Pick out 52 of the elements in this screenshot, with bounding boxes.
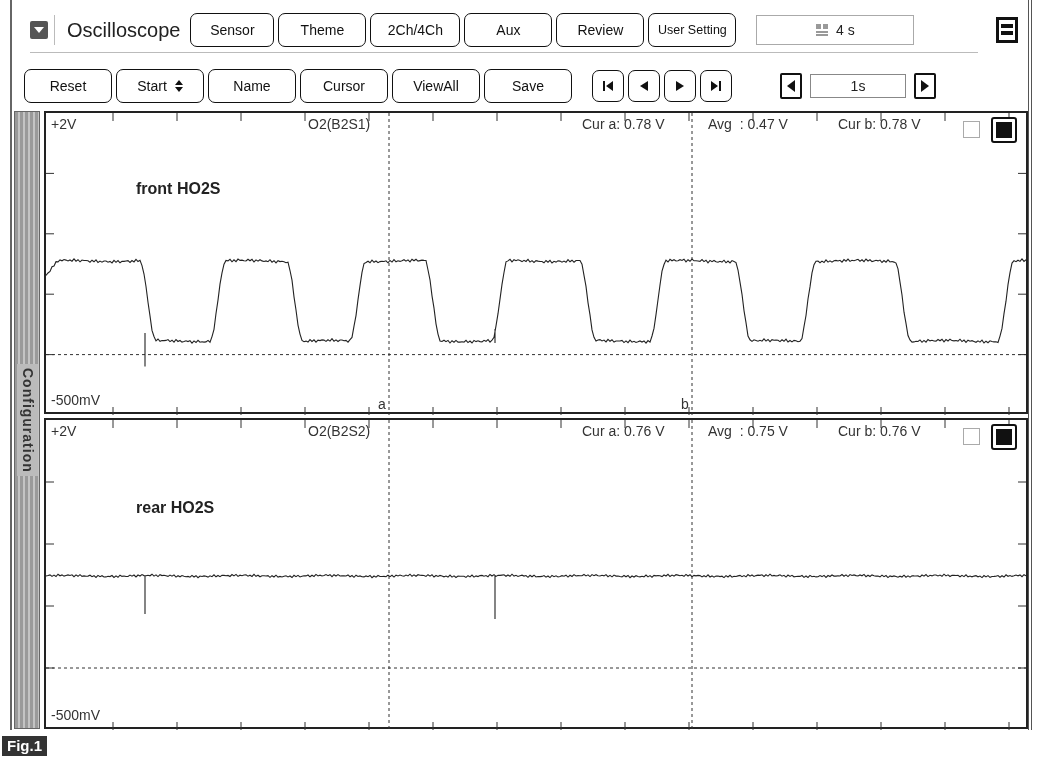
- channel-checkbox[interactable]: [963, 121, 980, 138]
- channel-checkbox[interactable]: [963, 428, 980, 446]
- channel-select-toggle[interactable]: [991, 117, 1017, 143]
- control-button[interactable]: Start: [116, 69, 204, 103]
- waveform-annotation: front HO2S: [136, 181, 221, 197]
- toolbar-button[interactable]: Review: [556, 13, 645, 47]
- skip-to-start-icon: [601, 79, 615, 93]
- control-button[interactable]: Name: [208, 69, 296, 103]
- skip-to-start-button[interactable]: [592, 70, 624, 102]
- configuration-tab[interactable]: Configuration: [14, 111, 40, 729]
- cursor-line[interactable]: [691, 113, 693, 415]
- decrease-button[interactable]: [780, 73, 802, 99]
- label-icon: [816, 24, 829, 36]
- cursor-a-reading: Cur a: 0.78 V: [582, 117, 665, 131]
- scale-min-label: -500mV: [51, 708, 101, 722]
- average-reading: Avg : 0.47 V: [708, 117, 788, 131]
- cursor-line[interactable]: [388, 113, 390, 415]
- cursor-label: b: [681, 397, 689, 412]
- control-button[interactable]: ViewAll: [392, 69, 480, 103]
- step-forward-button[interactable]: [664, 70, 696, 102]
- panel-toggle-icon[interactable]: [996, 17, 1018, 43]
- step-back-button[interactable]: [628, 70, 660, 102]
- waveform-annotation: rear HO2S: [136, 500, 215, 517]
- control-button[interactable]: Cursor: [300, 69, 388, 103]
- channel-name: O2(B2S1): [308, 117, 371, 131]
- control-button[interactable]: Reset: [24, 69, 112, 103]
- skip-to-end-button[interactable]: [700, 70, 732, 102]
- channel-name: O2(B2S2): [308, 424, 371, 439]
- toolbar-button[interactable]: Aux: [464, 13, 553, 47]
- toolbar-button[interactable]: Theme: [278, 13, 367, 47]
- figure-label: Fig.1: [2, 736, 47, 756]
- toolbar-button[interactable]: 2Ch/4Ch: [370, 13, 461, 47]
- cursor-b-reading: Cur b: 0.76 V: [838, 424, 921, 439]
- cursor-b-reading: Cur b: 0.78 V: [838, 117, 921, 131]
- cursor-a-reading: Cur a: 0.76 V: [582, 424, 665, 439]
- increase-button[interactable]: [914, 73, 936, 99]
- control-button[interactable]: Save: [484, 69, 572, 103]
- channel-select-toggle[interactable]: [991, 424, 1017, 451]
- scale-max-label: +2V: [51, 117, 77, 131]
- scale-min-label: -500mV: [51, 393, 101, 408]
- step-field[interactable]: 1s: [810, 74, 906, 98]
- cursor-label: a: [378, 397, 386, 412]
- scale-max-label: +2V: [51, 424, 77, 439]
- dropdown-icon[interactable]: [30, 21, 48, 39]
- toolbar-button[interactable]: Sensor: [190, 13, 275, 47]
- cursor-line[interactable]: [388, 420, 390, 731]
- spinner-arrows-icon: [174, 79, 183, 93]
- skip-to-end-icon: [709, 79, 723, 93]
- toolbar-button[interactable]: User Setting: [648, 13, 737, 47]
- time-field[interactable]: 4 s: [756, 15, 915, 45]
- cursor-line[interactable]: [691, 420, 693, 731]
- average-reading: Avg : 0.75 V: [708, 424, 788, 439]
